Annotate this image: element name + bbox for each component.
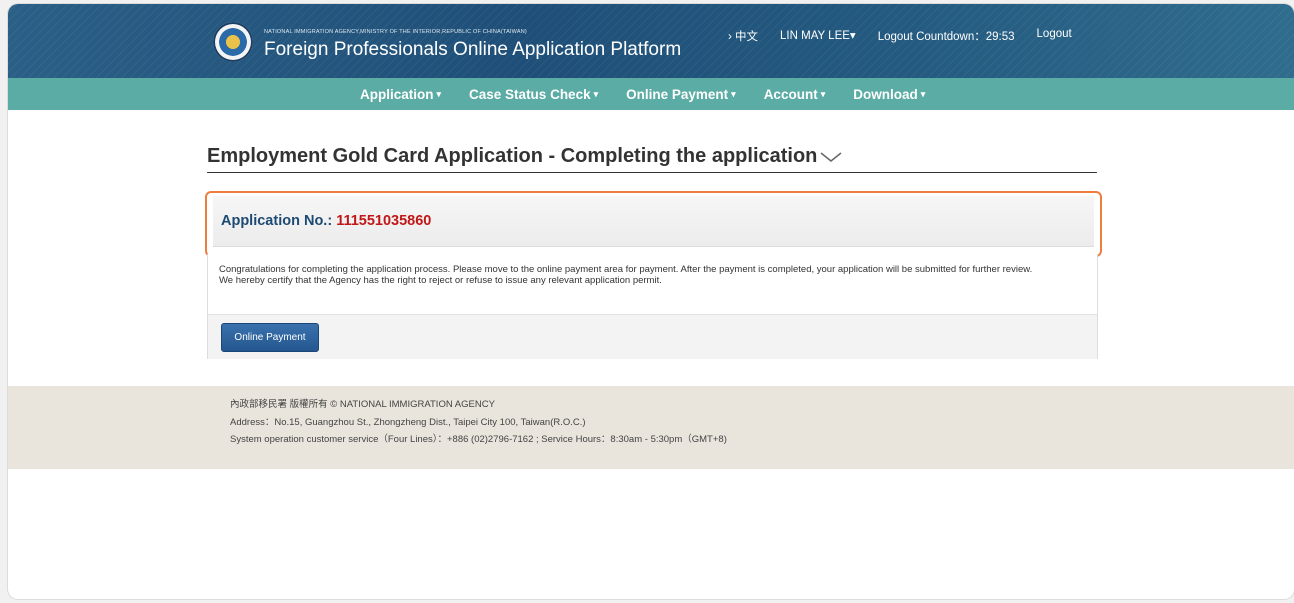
chevron-down-icon: ▾	[920, 89, 926, 100]
panel-actions: Online Payment	[208, 314, 1097, 359]
site-header: NATIONAL IMMIGRATION AGENCY,MINISTRY OF …	[8, 4, 1294, 78]
application-number: Application No.: 111551035860	[221, 213, 431, 229]
footer-service: System operation customer service（Four L…	[230, 434, 727, 445]
chevron-down-icon: ▾	[593, 89, 599, 100]
agency-emblem-icon[interactable]	[213, 22, 253, 62]
nav-item-label: Application	[360, 86, 434, 102]
nav-item-label: Case Status Check	[469, 86, 591, 102]
application-number-highlight: Application No.: 111551035860	[205, 191, 1102, 257]
completion-panel: Congratulations for completing the appli…	[207, 254, 1098, 359]
agency-name: NATIONAL IMMIGRATION AGENCY,MINISTRY OF …	[264, 29, 527, 35]
nav-item-label: Account	[763, 86, 818, 102]
main-navigation: Application ▾ Case Status Check ▾ Online P…	[8, 78, 1294, 110]
title-divider	[207, 172, 1097, 173]
logout-link[interactable]: Logout	[1037, 28, 1072, 44]
chevron-down-icon: ▾	[436, 89, 442, 100]
chevron-down-icon: ▾	[820, 89, 826, 100]
application-number-label: Application No.:	[221, 213, 337, 229]
nav-item-label: Download	[853, 86, 918, 102]
nav-item-online-payment[interactable]: Online Payment ▾	[626, 87, 736, 102]
application-number-panel: Application No.: 111551035860	[213, 196, 1094, 247]
completion-message: Congratulations for completing the appli…	[219, 264, 1089, 286]
page-title: Employment Gold Card Application - Compl…	[207, 145, 818, 167]
browser-viewport: NATIONAL IMMIGRATION AGENCY,MINISTRY OF …	[8, 4, 1294, 599]
site-footer: 內政部移民署 版權所有 © NATIONAL IMMIGRATION AGENC…	[8, 386, 1294, 469]
footer-address: Address：No.15, Guangzhou St., Zhongzheng…	[230, 416, 586, 428]
nav-item-download[interactable]: Download ▾	[853, 87, 925, 102]
user-name: LIN MAY LEE	[780, 30, 850, 42]
user-menu[interactable]: LIN MAY LEE▾	[780, 28, 856, 44]
nav-item-application[interactable]: Application ▾	[360, 87, 441, 102]
chevron-down-icon: ▾	[849, 30, 856, 42]
top-links: › 中文 LIN MAY LEE▾ Logout Countdown：29:53…	[728, 28, 1072, 44]
nav-item-case-status-check[interactable]: Case Status Check ▾	[469, 87, 598, 102]
platform-title[interactable]: Foreign Professionals Online Application…	[264, 39, 681, 61]
application-number-value: 111551035860	[336, 213, 432, 229]
language-switch-link[interactable]: › 中文	[728, 28, 758, 44]
footer-copyright: 內政部移民署 版權所有 © NATIONAL IMMIGRATION AGENC…	[230, 399, 495, 410]
chevron-down-icon[interactable]	[819, 151, 843, 163]
chevron-down-icon: ▾	[731, 89, 736, 100]
message-line: Congratulations for completing the appli…	[219, 264, 1033, 275]
logout-countdown: Logout Countdown：29:53	[877, 31, 1015, 43]
nav-item-label: Online Payment	[626, 86, 729, 102]
nav-item-account[interactable]: Account ▾	[764, 87, 826, 102]
online-payment-button[interactable]: Online Payment	[221, 323, 319, 352]
message-line: We hereby certify that the Agency has th…	[219, 275, 662, 286]
